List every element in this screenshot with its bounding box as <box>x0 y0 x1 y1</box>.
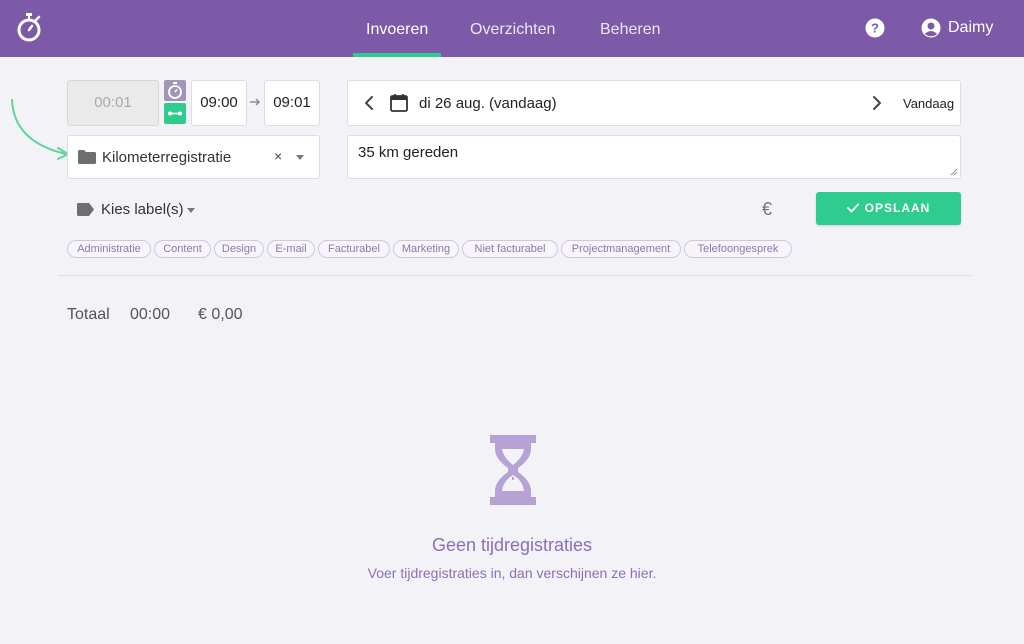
nav-overzichten[interactable]: Overzichten <box>470 0 555 57</box>
hourglass-icon <box>490 435 536 505</box>
chevron-down-icon[interactable] <box>296 155 304 160</box>
user-name[interactable]: Daimy <box>948 18 993 38</box>
calendar-icon[interactable] <box>390 93 408 112</box>
total-time: 00:00 <box>130 306 171 323</box>
date-navigator: di 26 aug. (vandaag) Vandaag <box>347 80 961 126</box>
duration-field[interactable]: 00:01 <box>67 80 159 126</box>
label-chip[interactable]: Marketing <box>393 240 459 258</box>
range-icon <box>168 111 182 116</box>
label-chip[interactable]: Niet facturabel <box>462 240 558 258</box>
time-range-mode-toggle[interactable] <box>164 103 186 124</box>
start-time-input[interactable]: 09:00 <box>191 80 247 126</box>
save-button-label: OPSLAAN <box>864 201 931 215</box>
save-button[interactable]: OPSLAAN <box>816 192 961 225</box>
description-text: 35 km gereden <box>358 144 459 161</box>
help-icon[interactable]: ? <box>865 18 885 38</box>
divider <box>58 275 971 276</box>
check-icon <box>846 203 859 213</box>
label-chip[interactable]: Administratie <box>67 240 151 258</box>
label-picker-text: Kies label(s) <box>101 201 184 218</box>
nav-invoeren[interactable]: Invoeren <box>366 0 428 57</box>
label-chip[interactable]: Telefoongesprek <box>684 240 792 258</box>
selected-date[interactable]: di 26 aug. (vandaag) <box>419 95 557 112</box>
clear-project-button[interactable]: × <box>274 148 282 164</box>
user-avatar-icon[interactable] <box>921 18 941 38</box>
stopwatch-icon <box>168 82 182 99</box>
project-name: Kilometerregistratie <box>102 149 232 166</box>
total-amount: € 0,00 <box>198 306 243 323</box>
empty-state-title: Geen tijdregistraties <box>431 535 593 555</box>
chevron-left-icon[interactable] <box>364 95 374 111</box>
description-textarea[interactable]: 35 km gereden <box>347 135 961 179</box>
label-chip[interactable]: E-mail <box>267 240 315 258</box>
empty-state-subtitle: Voer tijdregistraties in, dan verschijne… <box>367 565 657 581</box>
stopwatch-logo-icon[interactable] <box>16 12 42 44</box>
label-chip[interactable]: Design <box>214 240 264 258</box>
chevron-right-icon[interactable] <box>872 95 882 111</box>
end-time-input[interactable]: 09:01 <box>264 80 320 126</box>
top-navigation-bar: Invoeren Overzichten Beheren ? Daimy <box>0 0 1024 57</box>
svg-text:?: ? <box>871 21 879 36</box>
label-chip[interactable]: Content <box>154 240 211 258</box>
today-button[interactable]: Vandaag <box>903 96 954 111</box>
active-tab-indicator <box>353 53 441 57</box>
label-chip[interactable]: Projectmanagement <box>561 240 681 258</box>
timer-mode-toggle[interactable] <box>164 80 186 101</box>
nav-beheren[interactable]: Beheren <box>600 0 661 57</box>
billable-toggle[interactable]: € <box>762 199 772 220</box>
chevron-down-icon <box>187 208 195 213</box>
folder-icon <box>78 150 96 164</box>
label-chip[interactable]: Facturabel <box>318 240 390 258</box>
arrow-right-icon <box>250 98 260 106</box>
project-select[interactable]: Kilometerregistratie × <box>67 135 320 179</box>
total-label: Totaal <box>67 306 110 323</box>
tag-icon <box>77 203 94 216</box>
resize-handle-icon[interactable] <box>950 168 958 176</box>
annotation-arrow-icon <box>11 99 69 160</box>
